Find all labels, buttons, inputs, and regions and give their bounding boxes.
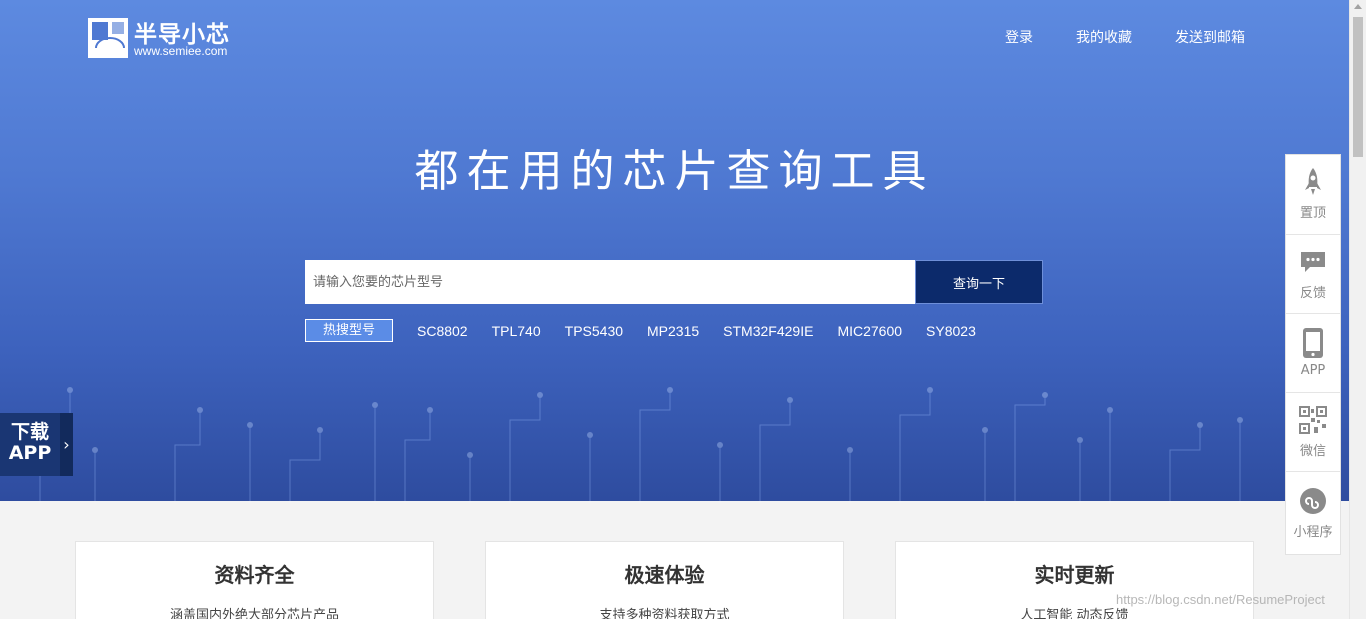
hot-search-list: SC8802 TPL740 TPS5430 MP2315 STM32F429IE… <box>417 323 976 339</box>
hot-search-item[interactable]: MIC27600 <box>837 323 902 339</box>
download-line1: 下载 <box>10 421 49 443</box>
nav-login-link[interactable]: 登录 <box>1005 27 1033 47</box>
chat-bubble-icon <box>1299 248 1327 276</box>
download-app-button[interactable]: 下载 APP › <box>0 413 73 476</box>
feature-desc: 支持多种资料获取方式 <box>599 608 730 619</box>
download-app-label: 下载 APP <box>0 413 60 476</box>
mini-program-icon <box>1299 487 1327 515</box>
search-bar: 查询一下 <box>305 260 1043 304</box>
chip-search-input[interactable] <box>305 260 915 304</box>
page: 半导小芯 www.semiee.com 登录 我的收藏 发送到邮箱 都在用的芯片… <box>0 0 1366 619</box>
hero-headline: 都在用的芯片查询工具 <box>414 146 935 197</box>
feature-card: 资料齐全 涵盖国内外绝大部分芯片产品 <box>75 541 434 619</box>
mini-program-button[interactable]: 小程序 <box>1286 472 1340 554</box>
circuit-background-decoration <box>39 387 1323 501</box>
feedback-button[interactable]: 反馈 <box>1286 235 1340 314</box>
app-button[interactable]: APP <box>1286 314 1340 393</box>
download-line2: APP <box>8 442 52 464</box>
hot-search-item[interactable]: MP2315 <box>647 323 699 339</box>
hot-search-item[interactable]: TPS5430 <box>565 323 623 339</box>
feature-card: 极速体验 支持多种资料获取方式 <box>485 541 844 619</box>
scrollbar-thumb[interactable] <box>1353 17 1363 157</box>
hot-search-item[interactable]: TPL740 <box>492 323 541 339</box>
logo-mark-icon <box>88 18 128 58</box>
feature-cards: 资料齐全 涵盖国内外绝大部分芯片产品 极速体验 支持多种资料获取方式 实时更新 … <box>75 541 1254 619</box>
feature-title: 资料齐全 <box>214 563 295 587</box>
watermark-text: https://blog.csdn.net/ResumeProject <box>1116 592 1325 607</box>
feature-card: 实时更新 人工智能 动态反馈 <box>895 541 1254 619</box>
nav-favorites-link[interactable]: 我的收藏 <box>1076 27 1132 47</box>
sidebar-item-label: 置顶 <box>1299 206 1326 221</box>
nav-send-email-link[interactable]: 发送到邮箱 <box>1175 27 1245 47</box>
floating-toolbar: 置顶 反馈 APP 微信 小程序 <box>1285 154 1341 555</box>
search-button[interactable]: 查询一下 <box>915 260 1043 304</box>
rocket-icon <box>1299 168 1327 196</box>
site-logo[interactable]: 半导小芯 www.semiee.com <box>88 18 248 58</box>
feature-title: 极速体验 <box>624 563 705 587</box>
scroll-up-arrow-icon[interactable] <box>1354 4 1362 9</box>
hot-search-item[interactable]: SY8023 <box>926 323 976 339</box>
logo-url: www.semiee.com <box>134 44 228 58</box>
wechat-button[interactable]: 微信 <box>1286 393 1340 472</box>
hero-banner: 半导小芯 www.semiee.com 登录 我的收藏 发送到邮箱 都在用的芯片… <box>0 0 1349 501</box>
feature-title: 实时更新 <box>1034 563 1115 587</box>
back-to-top-button[interactable]: 置顶 <box>1286 155 1340 235</box>
feature-desc: 涵盖国内外绝大部分芯片产品 <box>169 608 339 619</box>
sidebar-item-label: 小程序 <box>1293 524 1333 540</box>
qr-code-icon <box>1299 405 1327 434</box>
hot-search-item[interactable]: SC8802 <box>417 323 468 339</box>
vertical-scrollbar[interactable] <box>1349 0 1366 619</box>
chevron-right-icon: › <box>60 413 73 476</box>
hot-search-tag: 热搜型号 <box>305 319 393 342</box>
top-nav: 登录 我的收藏 发送到邮箱 <box>1005 27 1245 47</box>
hot-search-item[interactable]: STM32F429IE <box>723 323 813 339</box>
phone-icon <box>1299 327 1327 358</box>
sidebar-item-label: APP <box>1300 362 1326 378</box>
sidebar-item-label: 微信 <box>1299 443 1326 459</box>
hot-searches: 热搜型号 SC8802 TPL740 TPS5430 MP2315 STM32F… <box>305 319 976 342</box>
sidebar-item-label: 反馈 <box>1299 285 1326 301</box>
